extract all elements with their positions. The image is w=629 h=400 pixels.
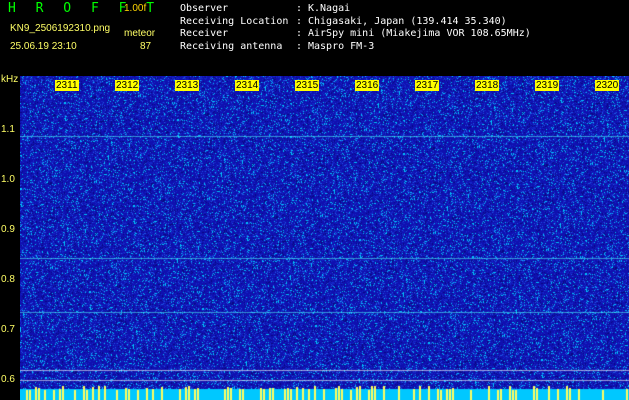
x-tick-label: 2315 xyxy=(295,80,320,91)
header-panel: H R O F F T 1.00f KN9_2506192310.png met… xyxy=(0,0,629,74)
y-tick-label: 1.1 xyxy=(1,124,15,135)
y-tick-label: 0.7 xyxy=(1,324,15,335)
x-tick-label: 2320 xyxy=(595,80,620,91)
x-tick-label: 2314 xyxy=(235,80,260,91)
station-info: Observer: K.Nagai Receiving Location: Chig… xyxy=(180,3,531,53)
x-tick-label: 2316 xyxy=(355,80,380,91)
info-row-location: Receiving Location: Chigasaki, Japan (139… xyxy=(180,15,507,27)
x-tick-label: 2319 xyxy=(535,80,560,91)
y-tick-label: 0.9 xyxy=(1,224,15,235)
info-row-observer: Observer: K.Nagai xyxy=(180,3,351,14)
datetime-label: 25.06.19 23:10 xyxy=(10,41,77,52)
spectrogram-canvas xyxy=(20,76,629,400)
axis-unit: kHz xyxy=(1,74,19,85)
meteor-label: meteor xyxy=(124,28,156,39)
x-tick-label: 2311 xyxy=(55,80,79,91)
info-row-antenna: Receiving antenna: Maspro FM-3 xyxy=(180,40,375,52)
x-tick-label: 2317 xyxy=(415,80,440,91)
x-tick-label: 2313 xyxy=(175,80,200,91)
x-tick-label: 2318 xyxy=(475,80,500,91)
filename-label: KN9_2506192310.png xyxy=(10,23,111,34)
y-tick-label: 0.6 xyxy=(1,374,15,385)
x-tick-label: 2312 xyxy=(115,80,140,91)
spectrogram xyxy=(20,76,629,400)
version-label: 1.00f xyxy=(124,3,147,14)
y-tick-label: 0.8 xyxy=(1,274,15,285)
meteor-count: 87 xyxy=(140,41,152,52)
info-row-receiver: Receiver: AirSpy mini (Miakejima VOR 108.… xyxy=(180,28,531,39)
y-tick-label: 1.0 xyxy=(1,174,15,185)
